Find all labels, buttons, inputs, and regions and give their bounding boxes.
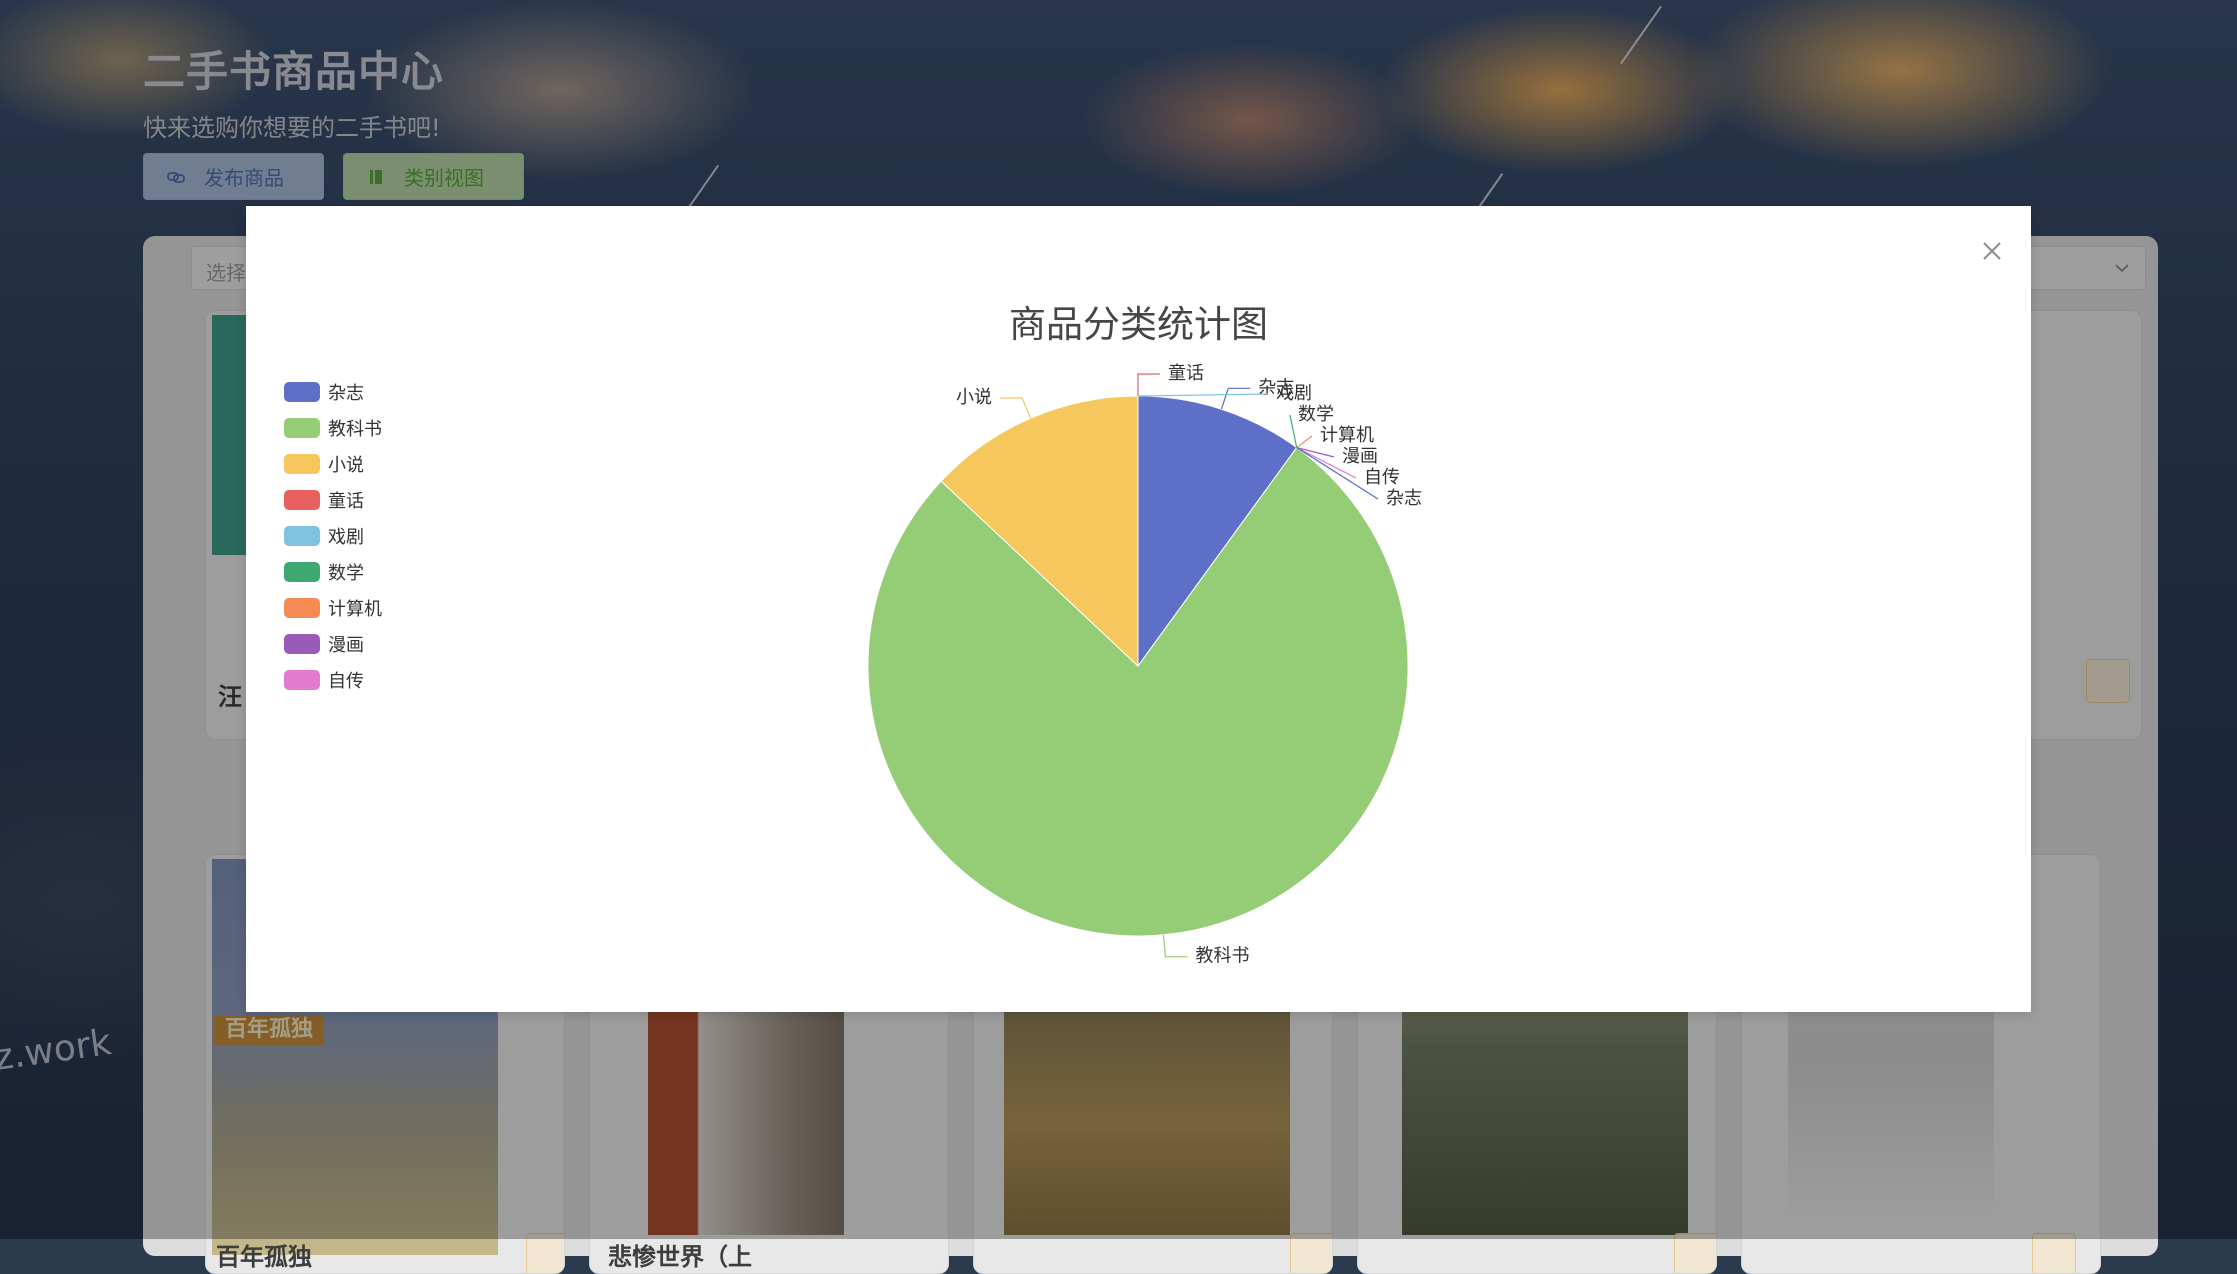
label-leader-line — [1000, 397, 1032, 419]
pie-chart: 杂志教科书小说童话戏剧数学计算机漫画自传杂志 — [867, 363, 1422, 967]
add-to-cart-button[interactable] — [1674, 1233, 1716, 1273]
slice-label: 戏剧 — [1276, 383, 1312, 404]
label-leader-line — [1289, 414, 1298, 448]
label-leader-line — [1220, 387, 1251, 410]
label-leader-line — [1137, 373, 1160, 396]
label-leader-line — [1137, 393, 1269, 397]
add-to-cart-button[interactable] — [1290, 1233, 1332, 1273]
slice-label: 数学 — [1298, 404, 1334, 425]
label-leader-line — [1162, 934, 1188, 958]
slice-label: 小说 — [956, 387, 992, 408]
slice-label: 漫画 — [1342, 446, 1378, 467]
product-title: 百年孤独 — [216, 1243, 312, 1271]
slice-label: 计算机 — [1320, 425, 1374, 446]
slice-label: 杂志 — [1386, 488, 1422, 509]
slice-label: 教科书 — [1195, 946, 1249, 967]
category-chart-dialog: 商品分类统计图 杂志 教科书 小说 童话 戏剧 数学 计算机 漫画 自传 杂志 教科书 小说 童话 戏剧… — [246, 206, 2031, 1012]
add-to-cart-button[interactable] — [2032, 1233, 2076, 1273]
add-to-cart-button[interactable] — [526, 1233, 564, 1273]
slice-label: 自传 — [1364, 467, 1400, 488]
product-title: 悲惨世界（上 — [608, 1243, 752, 1271]
label-leader-line — [1296, 435, 1313, 449]
slice-label: 童话 — [1168, 363, 1204, 384]
